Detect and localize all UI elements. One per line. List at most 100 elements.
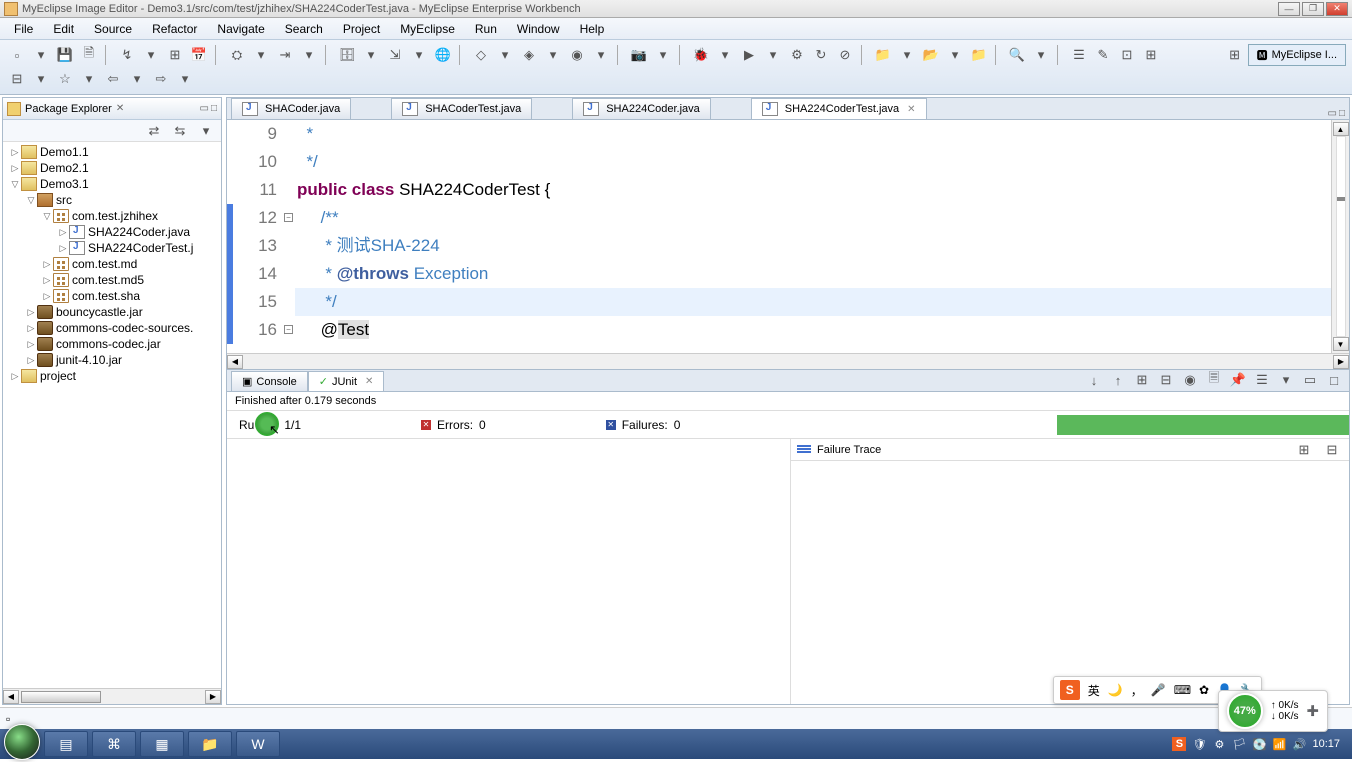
expand-icon[interactable]: ▷ xyxy=(9,163,21,174)
debug-button[interactable]: 🐞 xyxy=(690,44,712,66)
menu-search[interactable]: Search xyxy=(275,20,333,38)
ime-keyboard-icon[interactable]: ⌨ xyxy=(1174,683,1191,697)
scroll-thumb[interactable] xyxy=(21,691,101,703)
perspective-myeclipse[interactable]: 🅼 MyEclipse I... xyxy=(1248,44,1346,66)
nav-back-dropdown[interactable]: ▾ xyxy=(126,68,148,90)
tree-item[interactable]: ▷commons-codec.jar xyxy=(5,336,219,352)
menu-edit[interactable]: Edit xyxy=(43,20,84,38)
new-proj-dropdown[interactable]: ▾ xyxy=(896,44,918,66)
menu-myeclipse[interactable]: MyEclipse xyxy=(390,20,465,38)
menu-project[interactable]: Project xyxy=(333,20,390,38)
tray-network-icon[interactable]: 📶 xyxy=(1272,737,1286,751)
expand-icon[interactable]: ▷ xyxy=(57,243,69,254)
tool-dropdown-nav1[interactable]: ▾ xyxy=(30,68,52,90)
proj-tool-2[interactable]: 📁 xyxy=(968,44,990,66)
tray-flag-icon[interactable]: 🏳 xyxy=(1232,737,1246,751)
nav-back-button[interactable]: ⇦ xyxy=(102,68,124,90)
fold-gutter[interactable]: −− xyxy=(283,120,295,353)
menu-source[interactable]: Source xyxy=(84,20,142,38)
junit-max-button[interactable]: □ xyxy=(1323,369,1345,391)
taskbar-app-4[interactable]: 📁 xyxy=(188,731,232,757)
tool-dropdown-6[interactable]: ▾ xyxy=(542,44,564,66)
save-button[interactable]: 💾 xyxy=(54,44,76,66)
start-button[interactable] xyxy=(4,724,40,760)
tool-dropdown-2[interactable]: ▾ xyxy=(250,44,272,66)
run-dropdown[interactable]: ▾ xyxy=(762,44,784,66)
taskbar-app-3[interactable]: ▦ xyxy=(140,731,184,757)
tab-junit-close-icon[interactable]: ✕ xyxy=(365,376,373,387)
tab-junit[interactable]: ✓ JUnit ✕ xyxy=(308,371,385,391)
camera-button[interactable]: 📷 xyxy=(628,44,650,66)
editor-tab[interactable]: SHACoderTest.java xyxy=(391,98,532,119)
ime-lang[interactable]: 英 xyxy=(1088,682,1100,699)
new-class-button[interactable]: ◇ xyxy=(470,44,492,66)
junit-next-button[interactable]: ↑ xyxy=(1107,369,1129,391)
editor-tab[interactable]: SHACoder.java xyxy=(231,98,351,119)
menu-refactor[interactable]: Refactor xyxy=(142,20,207,38)
new-package-button[interactable]: ▾ xyxy=(494,44,516,66)
search-dropdown[interactable]: ▾ xyxy=(1030,44,1052,66)
net-expand-icon[interactable]: ➕ xyxy=(1307,706,1319,717)
calendar-button[interactable]: 📅 xyxy=(188,44,210,66)
scroll-left-button[interactable]: ◀ xyxy=(3,690,19,704)
new-dropdown[interactable]: ▾ xyxy=(30,44,52,66)
windows-taskbar[interactable]: ▤ ⌘ ▦ 📁 W S 🛡 ⚙ 🏳 💽 📶 🔊 10:17 xyxy=(0,729,1352,759)
junit-results-tree[interactable] xyxy=(227,439,791,704)
expand-icon[interactable]: ▽ xyxy=(41,211,53,222)
expand-icon[interactable]: ▷ xyxy=(41,275,53,286)
tree-item[interactable]: ▷com.test.md xyxy=(5,256,219,272)
taskbar-app-1[interactable]: ▤ xyxy=(44,731,88,757)
trace-filter-button[interactable]: ⊞ xyxy=(1293,439,1315,461)
trace-compare-button[interactable]: ⊟ xyxy=(1321,439,1343,461)
editor-overview-ruler[interactable] xyxy=(1336,136,1346,337)
tool-dropdown-nav2[interactable]: ▾ xyxy=(78,68,100,90)
fold-toggle[interactable]: − xyxy=(284,325,293,334)
menu-file[interactable]: File xyxy=(4,20,43,38)
expand-icon[interactable]: ▽ xyxy=(9,179,21,190)
nav-fwd-dropdown[interactable]: ▾ xyxy=(174,68,196,90)
junit-pin-button[interactable]: 📌 xyxy=(1227,369,1249,391)
taskbar-app-2[interactable]: ⌘ xyxy=(92,731,136,757)
globe-button[interactable]: 🌐 xyxy=(432,44,454,66)
expand-icon[interactable]: ▷ xyxy=(41,291,53,302)
junit-history-button[interactable]: 🗏 xyxy=(1203,369,1225,391)
expand-icon[interactable]: ▷ xyxy=(57,227,69,238)
junit-stop-button[interactable]: ◉ xyxy=(1179,369,1201,391)
tree-item[interactable]: ▷commons-codec-sources. xyxy=(5,320,219,336)
editor-vertical-scrollbar[interactable]: ▲ ▼ xyxy=(1331,120,1349,353)
collapse-all-button[interactable]: ⇄ xyxy=(143,120,165,142)
breakpoints-button[interactable]: ⛭ xyxy=(226,44,248,66)
taskbar-app-5[interactable]: W xyxy=(236,731,280,757)
ime-char-icon[interactable]: ✿ xyxy=(1199,683,1209,697)
tool-dropdown-5[interactable]: ▾ xyxy=(408,44,430,66)
tool-dropdown-4[interactable]: ▾ xyxy=(360,44,382,66)
ime-moon-icon[interactable]: 🌙 xyxy=(1108,683,1123,697)
deploy-button[interactable]: ⇲ xyxy=(384,44,406,66)
junit-layout-button[interactable]: ☰ xyxy=(1251,369,1273,391)
nav-fwd-button[interactable]: ⇨ xyxy=(150,68,172,90)
menu-help[interactable]: Help xyxy=(570,20,615,38)
editor-min-icon[interactable]: ▭ xyxy=(1328,108,1337,119)
tray-clock[interactable]: 10:17 xyxy=(1312,738,1340,750)
tree-item[interactable]: ▽com.test.jzhihex xyxy=(5,208,219,224)
outline-button[interactable]: ☰ xyxy=(1068,44,1090,66)
open-type-button[interactable]: ◈ xyxy=(518,44,540,66)
tool-dropdown-7[interactable]: ▾ xyxy=(590,44,612,66)
tool-dropdown-1[interactable]: ▾ xyxy=(140,44,162,66)
expand-icon[interactable]: ▷ xyxy=(25,323,37,334)
ime-mic-icon[interactable]: 🎤 xyxy=(1151,683,1166,697)
server-button[interactable]: 🗄 xyxy=(336,44,358,66)
search-button[interactable]: 🔍 xyxy=(1006,44,1028,66)
expand-icon[interactable]: ▽ xyxy=(25,195,37,206)
expand-icon[interactable]: ▷ xyxy=(41,259,53,270)
editor-tab[interactable]: SHA224Coder.java xyxy=(572,98,711,119)
tree-item[interactable]: ▷bouncycastle.jar xyxy=(5,304,219,320)
tree-item[interactable]: ▽src xyxy=(5,192,219,208)
open-proj-button[interactable]: 📂 xyxy=(920,44,942,66)
save-all-button[interactable]: 🗎 xyxy=(78,44,100,66)
system-tray[interactable]: S 🛡 ⚙ 🏳 💽 📶 🔊 10:17 xyxy=(1164,737,1348,751)
run-button[interactable]: ▶ xyxy=(738,44,760,66)
link-editor-button[interactable]: ⇆ xyxy=(169,120,191,142)
tray-disk-icon[interactable]: 💽 xyxy=(1252,737,1266,751)
package-tree[interactable]: ▷Demo1.1▷Demo2.1▽Demo3.1▽src▽com.test.jz… xyxy=(3,142,221,688)
